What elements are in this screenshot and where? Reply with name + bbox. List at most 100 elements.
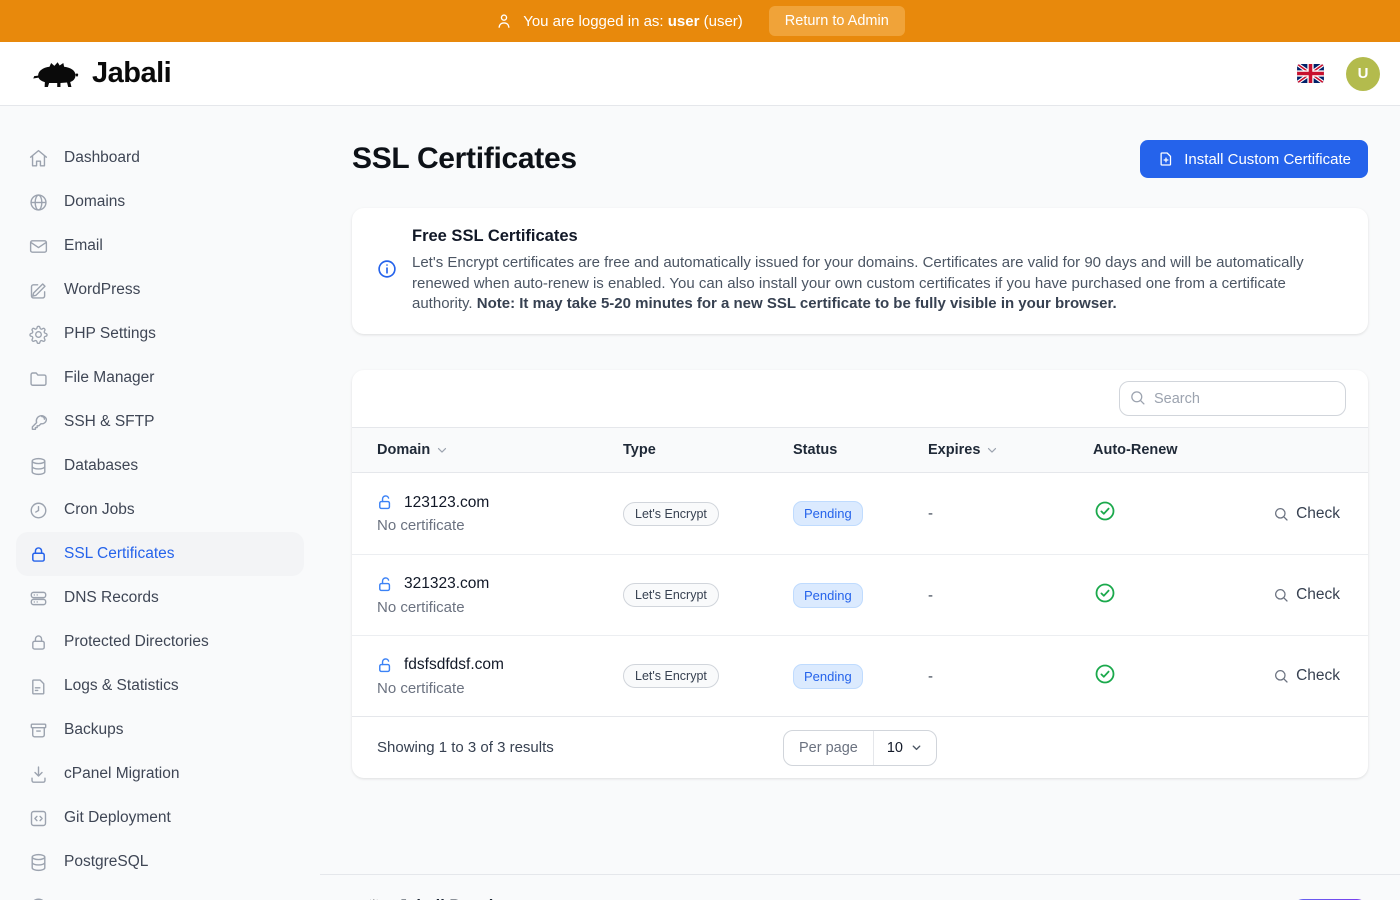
sidebar-item-postgresql[interactable]: PostgreSQL [16, 840, 304, 884]
auto-renew-toggle[interactable] [1093, 662, 1273, 691]
code-bracket-icon [28, 808, 49, 829]
per-page-label: Per page [784, 731, 874, 765]
results-summary: Showing 1 to 3 of 3 results [377, 739, 554, 756]
install-custom-certificate-button[interactable]: Install Custom Certificate [1140, 140, 1368, 178]
certificates-table-card: Domain Type Status Expires Auto-Renew 12… [352, 370, 1368, 778]
column-header-expires[interactable]: Expires [928, 442, 1093, 458]
main-content: SSL Certificates Install Custom Certific… [320, 106, 1400, 900]
check-circle-icon [1093, 662, 1117, 686]
unlock-icon [377, 575, 396, 594]
language-flag-uk-icon[interactable] [1297, 64, 1324, 83]
type-badge: Let's Encrypt [623, 583, 719, 607]
table-header-row: Domain Type Status Expires Auto-Renew [352, 427, 1368, 473]
free-ssl-info-card: Free SSL Certificates Let's Encrypt cert… [352, 208, 1368, 334]
chevron-down-icon [985, 443, 999, 457]
gear-icon [28, 324, 49, 345]
sidebar-item-backups[interactable]: Backups [16, 708, 304, 752]
user-avatar[interactable]: U [1346, 57, 1380, 91]
archive-box-icon [28, 720, 49, 741]
database-icon [28, 456, 49, 477]
clock-icon [28, 500, 49, 521]
auto-renew-toggle[interactable] [1093, 581, 1273, 610]
table-row: fdsfsdfdsf.com No certificate Let's Encr… [352, 635, 1368, 716]
domain-cell[interactable]: fdsfsdfdsf.com [377, 656, 623, 675]
check-certificate-button[interactable]: Check [1273, 667, 1340, 685]
document-plus-icon [1157, 150, 1175, 168]
sidebar-item-cron-jobs[interactable]: Cron Jobs [16, 488, 304, 532]
sidebar-item-protected-directories[interactable]: Protected Directories [16, 620, 304, 664]
search-box [1119, 381, 1346, 416]
key-icon [28, 412, 49, 433]
search-icon [1273, 668, 1289, 684]
column-header-type: Type [623, 442, 793, 458]
boar-logo-icon [30, 55, 82, 93]
check-certificate-button[interactable]: Check [1273, 586, 1340, 604]
sidebar-item-databases[interactable]: Databases [16, 444, 304, 488]
column-header-status: Status [793, 442, 928, 458]
type-badge: Let's Encrypt [623, 664, 719, 688]
check-certificate-button[interactable]: Check [1273, 505, 1340, 523]
chevron-down-icon [910, 741, 923, 754]
user-icon [495, 12, 513, 30]
status-badge: Pending [793, 583, 863, 608]
sidebar-item-file-manager[interactable]: File Manager [16, 356, 304, 400]
page-footer: Jabali Panel GitHub — © 2026 Jabali v0.9… [320, 874, 1400, 900]
sidebar-item-logs-statistics[interactable]: Logs & Statistics [16, 664, 304, 708]
page-title: SSL Certificates [352, 142, 577, 176]
search-icon [1129, 389, 1146, 406]
sidebar-item-domains[interactable]: Domains [16, 180, 304, 224]
lock-icon [28, 544, 49, 565]
pencil-square-icon [28, 280, 49, 301]
certificate-subtitle: No certificate [377, 517, 623, 534]
sidebar-item-cpanel-migration[interactable]: cPanel Migration [16, 752, 304, 796]
domain-cell[interactable]: 123123.com [377, 493, 623, 512]
domain-cell[interactable]: 321323.com [377, 575, 623, 594]
sidebar-item-wordpress[interactable]: WordPress [16, 268, 304, 312]
certificate-subtitle: No certificate [377, 599, 623, 616]
download-icon [28, 764, 49, 785]
home-icon [28, 148, 49, 169]
certificate-subtitle: No certificate [377, 680, 623, 697]
app-header: Jabali U [0, 42, 1400, 106]
status-badge: Pending [793, 664, 863, 689]
check-circle-icon [1093, 499, 1117, 523]
expires-value: - [928, 505, 1093, 522]
info-icon [376, 258, 398, 285]
info-card-body: Let's Encrypt certificates are free and … [412, 253, 1344, 315]
logged-in-text: You are logged in as: [523, 13, 663, 30]
impersonation-bar: You are logged in as: user (user) Return… [0, 0, 1400, 42]
per-page-value: 10 [887, 740, 903, 756]
auto-renew-toggle[interactable] [1093, 499, 1273, 528]
sidebar-item-dns-records[interactable]: DNS Records [16, 576, 304, 620]
sidebar-item-git-deployment[interactable]: Git Deployment [16, 796, 304, 840]
database-icon [28, 852, 49, 873]
chevron-down-icon [435, 443, 449, 457]
info-card-note: Note: It may take 5-20 minutes for a new… [477, 295, 1117, 312]
search-icon [1273, 506, 1289, 522]
folder-icon [28, 368, 49, 389]
info-card-title: Free SSL Certificates [412, 227, 1344, 246]
sidebar-item-dashboard[interactable]: Dashboard [16, 136, 304, 180]
boar-logo-icon [358, 895, 388, 900]
sidebar-item-ssh-sftp[interactable]: SSH & SFTP [16, 400, 304, 444]
expires-value: - [928, 668, 1093, 685]
return-to-admin-button[interactable]: Return to Admin [769, 6, 905, 36]
unlock-icon [377, 493, 396, 512]
envelope-icon [28, 236, 49, 257]
sidebar-item-ssl-certificates[interactable]: SSL Certificates [16, 532, 304, 576]
circle-icon [28, 896, 49, 900]
server-icon [28, 588, 49, 609]
brand-name: Jabali [92, 57, 171, 90]
column-header-domain[interactable]: Domain [377, 442, 623, 458]
per-page-select[interactable]: Per page 10 [783, 730, 937, 766]
column-header-auto-renew: Auto-Renew [1093, 442, 1340, 458]
search-input[interactable] [1119, 381, 1346, 416]
check-circle-icon [1093, 581, 1117, 605]
logged-in-role: (user) [704, 13, 743, 30]
sidebar-item-partial[interactable] [16, 884, 304, 900]
brand-logo[interactable]: Jabali [30, 55, 171, 93]
expires-value: - [928, 587, 1093, 604]
sidebar-item-email[interactable]: Email [16, 224, 304, 268]
sidebar-item-php-settings[interactable]: PHP Settings [16, 312, 304, 356]
status-badge: Pending [793, 501, 863, 526]
